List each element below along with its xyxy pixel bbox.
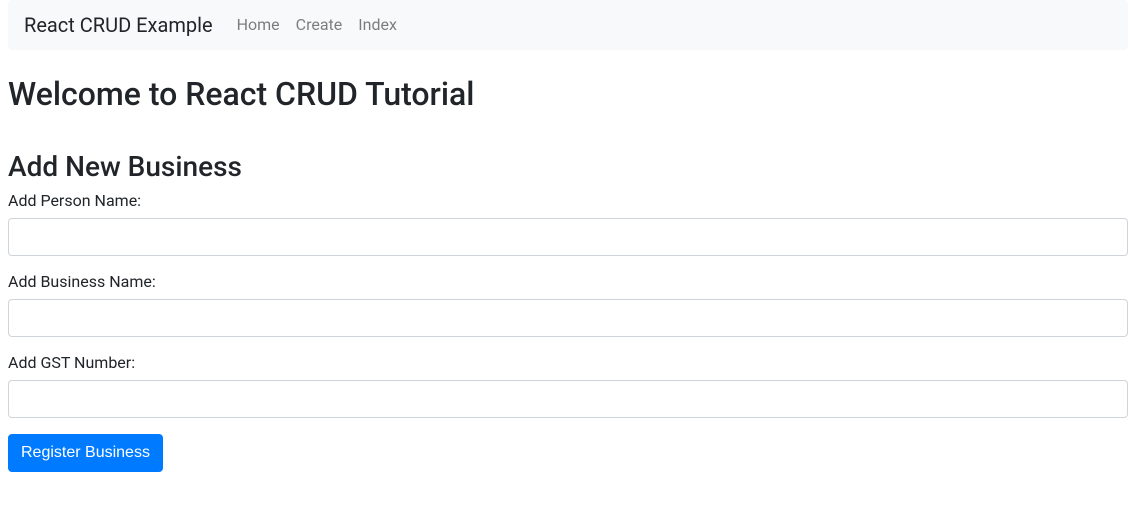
nav-item-home: Home xyxy=(229,15,288,34)
form-group-business-name: Add Business Name: xyxy=(8,272,1128,337)
form-title: Add New Business xyxy=(8,150,1128,183)
nav-list: Home Create Index xyxy=(229,15,405,34)
nav-item-create: Create xyxy=(288,15,351,34)
form-group-person-name: Add Person Name: xyxy=(8,191,1128,256)
form-container: Add New Business Add Person Name: Add Bu… xyxy=(8,150,1128,472)
navbar-brand[interactable]: React CRUD Example xyxy=(24,8,213,42)
form-group-submit xyxy=(8,434,1128,472)
person-name-input[interactable] xyxy=(8,218,1128,256)
gst-number-label: Add GST Number: xyxy=(8,353,135,372)
business-name-input[interactable] xyxy=(8,299,1128,337)
form-group-gst-number: Add GST Number: xyxy=(8,353,1128,418)
nav-item-index: Index xyxy=(350,15,405,34)
register-business-button[interactable] xyxy=(8,434,163,472)
person-name-label: Add Person Name: xyxy=(8,191,141,210)
business-name-label: Add Business Name: xyxy=(8,272,156,291)
page-title: Welcome to React CRUD Tutorial xyxy=(8,75,1128,113)
nav-link-create[interactable]: Create xyxy=(288,7,351,42)
nav-link-home[interactable]: Home xyxy=(229,7,288,42)
nav-link-index[interactable]: Index xyxy=(350,7,405,42)
navbar: React CRUD Example Home Create Index xyxy=(8,0,1128,50)
add-business-form: Add Person Name: Add Business Name: Add … xyxy=(8,191,1128,472)
gst-number-input[interactable] xyxy=(8,380,1128,418)
